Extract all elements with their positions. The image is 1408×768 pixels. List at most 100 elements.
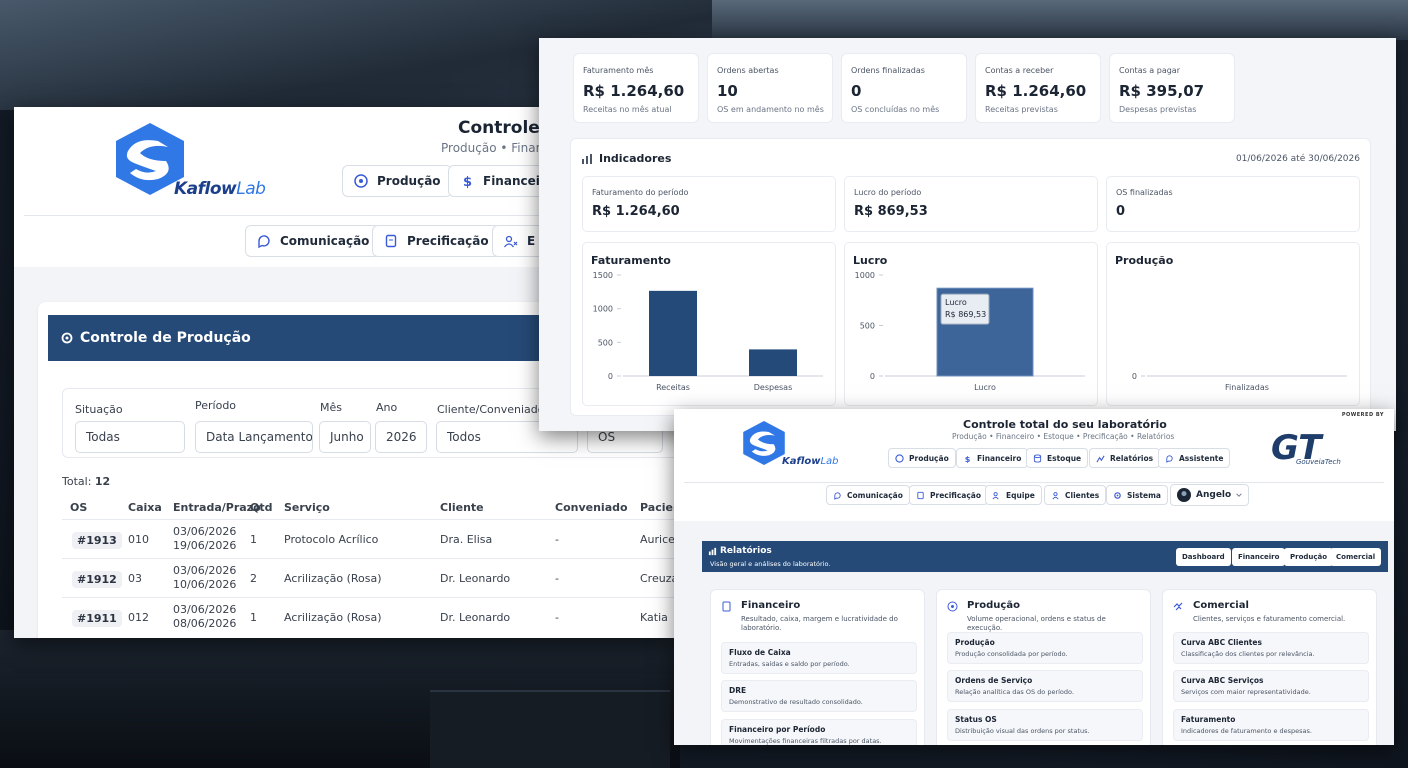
report-card-producao: Produção Volume operacional, ordens e st… [936,589,1151,745]
y-tick-label: 1000 [855,271,875,280]
kpi-contas-pagar: Contas a pagar R$ 395,07 Despesas previs… [1109,53,1235,123]
clipboard-icon [385,234,397,248]
target-icon [895,453,904,463]
nav-precificacao-button[interactable]: Precificação [372,225,500,257]
subkpi-faturamento: Faturamento do período R$ 1.264,60 [582,176,836,232]
header: POWERED BY KaflowLab Controle total do s… [674,409,1394,521]
x-tick-label: Finalizadas [1225,383,1269,392]
tab-comercial[interactable]: Comercial [1330,548,1382,566]
subkpi-lucro: Lucro do período R$ 869,53 [844,176,1098,232]
os-badge[interactable]: #1912 [72,571,122,588]
dollar-icon: $ [965,454,971,463]
nav-clientes-button[interactable]: Clientes [1044,485,1107,505]
nav-comunicacao-button[interactable]: Comunicação [245,225,381,257]
chat-icon [834,491,841,500]
report-item[interactable]: Curva ABC Serviços Serviços com maior rep… [1173,670,1369,702]
table-row[interactable]: #1911 012 03/06/2026 08/06/2026 1 Acrili… [62,597,674,636]
nav-financeiro-button[interactable]: $ Financeiro [956,448,1029,468]
report-item[interactable]: Faturamento Indicadores de faturamento e … [1173,709,1369,741]
handshake-icon [1173,602,1183,611]
filter-ano-select[interactable]: 2026 [375,421,427,453]
table-row[interactable]: #1912 03 03/06/2026 10/06/2026 2 Acriliz… [62,558,674,597]
report-item[interactable]: Curva ABC Clientes Classificação dos clie… [1173,632,1369,664]
chart-icon [1096,455,1105,462]
report-item[interactable]: Produção Produção consolidada por período… [947,632,1143,664]
report-item[interactable]: Ordens de Serviço Relação analítica das O… [947,670,1143,702]
nav-comunicacao-button[interactable]: Comunicação [826,485,910,505]
tab-financeiro[interactable]: Financeiro [1232,548,1286,566]
chat-icon [258,235,270,249]
gouveiatech-name: GouveiaTech [1296,458,1341,466]
section-title: Relatórios [720,546,772,556]
report-item[interactable]: Financeiro por Período Movimentações fina… [721,719,917,745]
filter-mes-select[interactable]: Junho [319,421,371,453]
total-count: Total: 12 [62,475,111,488]
nav-producao-button[interactable]: Produção [342,165,452,197]
filter-cliente-label: Cliente/Conveniado [437,403,545,416]
os-badge[interactable]: #1911 [72,610,122,627]
report-card-financeiro: Financeiro Resultado, caixa, margem e lu… [710,589,925,745]
report-item[interactable]: Fluxo de Caixa Entradas, saídas e saldo p… [721,642,917,674]
gear-icon [1114,491,1121,499]
chart-faturamento: Faturamento 0 500 1000 1500 Receitas Despesas [582,242,836,406]
table-row[interactable]: #1913 010 03/06/2026 19/06/2026 1 Protoc… [62,519,674,558]
col-qtd: Qtd [250,501,273,514]
section-header: Relatórios Visão geral e análises do lab… [702,541,1388,572]
filter-periodo-select[interactable]: Data Lançamento [195,421,313,453]
users-icon [503,235,518,248]
report-item[interactable]: Status OS Distribuição visual das ordens … [947,709,1143,741]
nav-assistente-button[interactable]: Assistente [1158,448,1231,468]
filter-mes-label: Mês [320,401,342,414]
nav-equipe-button[interactable]: Equipe [985,485,1042,505]
target-icon [354,174,368,188]
col-paciente: Pacien [640,501,674,514]
nav-precificacao-button[interactable]: Precificação [909,485,989,505]
indicators-title: Indicadores [581,152,671,165]
y-tick-label: 0 [870,372,875,381]
kpi-faturamento: Faturamento mês R$ 1.264,60 Receitas no … [573,53,699,123]
report-item[interactable]: DRE Demonstrativo de resultado consolidad… [721,680,917,712]
background-shelf-right [712,0,1408,40]
chart-lucro: Lucro 0 500 1000 Lucro Lucro R$ 869,53 [844,242,1098,406]
os-badge[interactable]: #1913 [72,532,122,549]
user-icon [1052,491,1059,499]
page-subtitle: Produção • Financ [441,141,550,155]
date-range: 01/06/2026 até 30/06/2026 [1235,154,1360,164]
page-subtitle: Produção • Financeiro • Estoque • Precif… [952,432,1175,441]
clipboard-icon [917,491,924,499]
document-icon [722,601,731,612]
gear-icon [61,332,73,344]
col-conveniado: Conveniado [555,501,628,514]
nav-sistema-button[interactable]: Sistema [1106,485,1168,505]
nav-producao-button[interactable]: Produção [888,448,956,468]
tooltip-label: Lucro [945,298,967,307]
col-os: OS [70,501,88,514]
filter-ano-label: Ano [376,401,398,414]
nav-estoque-button[interactable]: Estoque [1026,448,1089,468]
svg-text:$: $ [965,454,971,463]
x-tick-label: Lucro [974,383,996,392]
tab-dashboard[interactable]: Dashboard [1176,548,1231,566]
kpi-ordens-finalizadas: Ordens finalizadas 0 OS concluídas no mê… [841,53,967,123]
users-icon [992,491,999,499]
svg-text:$: $ [463,175,472,189]
chat-icon [1166,454,1173,463]
powered-by-label: POWERED BY [1341,412,1384,418]
brand-name: KaflowLab [782,456,839,467]
y-tick-label: 500 [860,322,875,331]
bar-chart-icon [582,153,592,164]
user-menu[interactable]: Angelo [1170,484,1250,506]
header-divider [684,482,1384,483]
nav-relatorios-button[interactable]: Relatórios [1089,448,1161,468]
dollar-icon: $ [463,175,472,189]
chart-producao-svg: 0 Finalizadas [1132,372,1347,392]
tab-producao[interactable]: Produção [1284,548,1334,566]
page-title: Controle total do seu laboratório [963,418,1167,431]
bar [749,349,797,376]
reports-screen: POWERED BY KaflowLab Controle total do s… [674,409,1394,745]
database-icon [1033,453,1042,463]
chevron-down-icon [1236,493,1242,497]
kaflow-logo-icon [743,421,785,465]
filter-situacao-select[interactable]: Todas [75,421,185,453]
col-servico: Serviço [284,501,330,514]
